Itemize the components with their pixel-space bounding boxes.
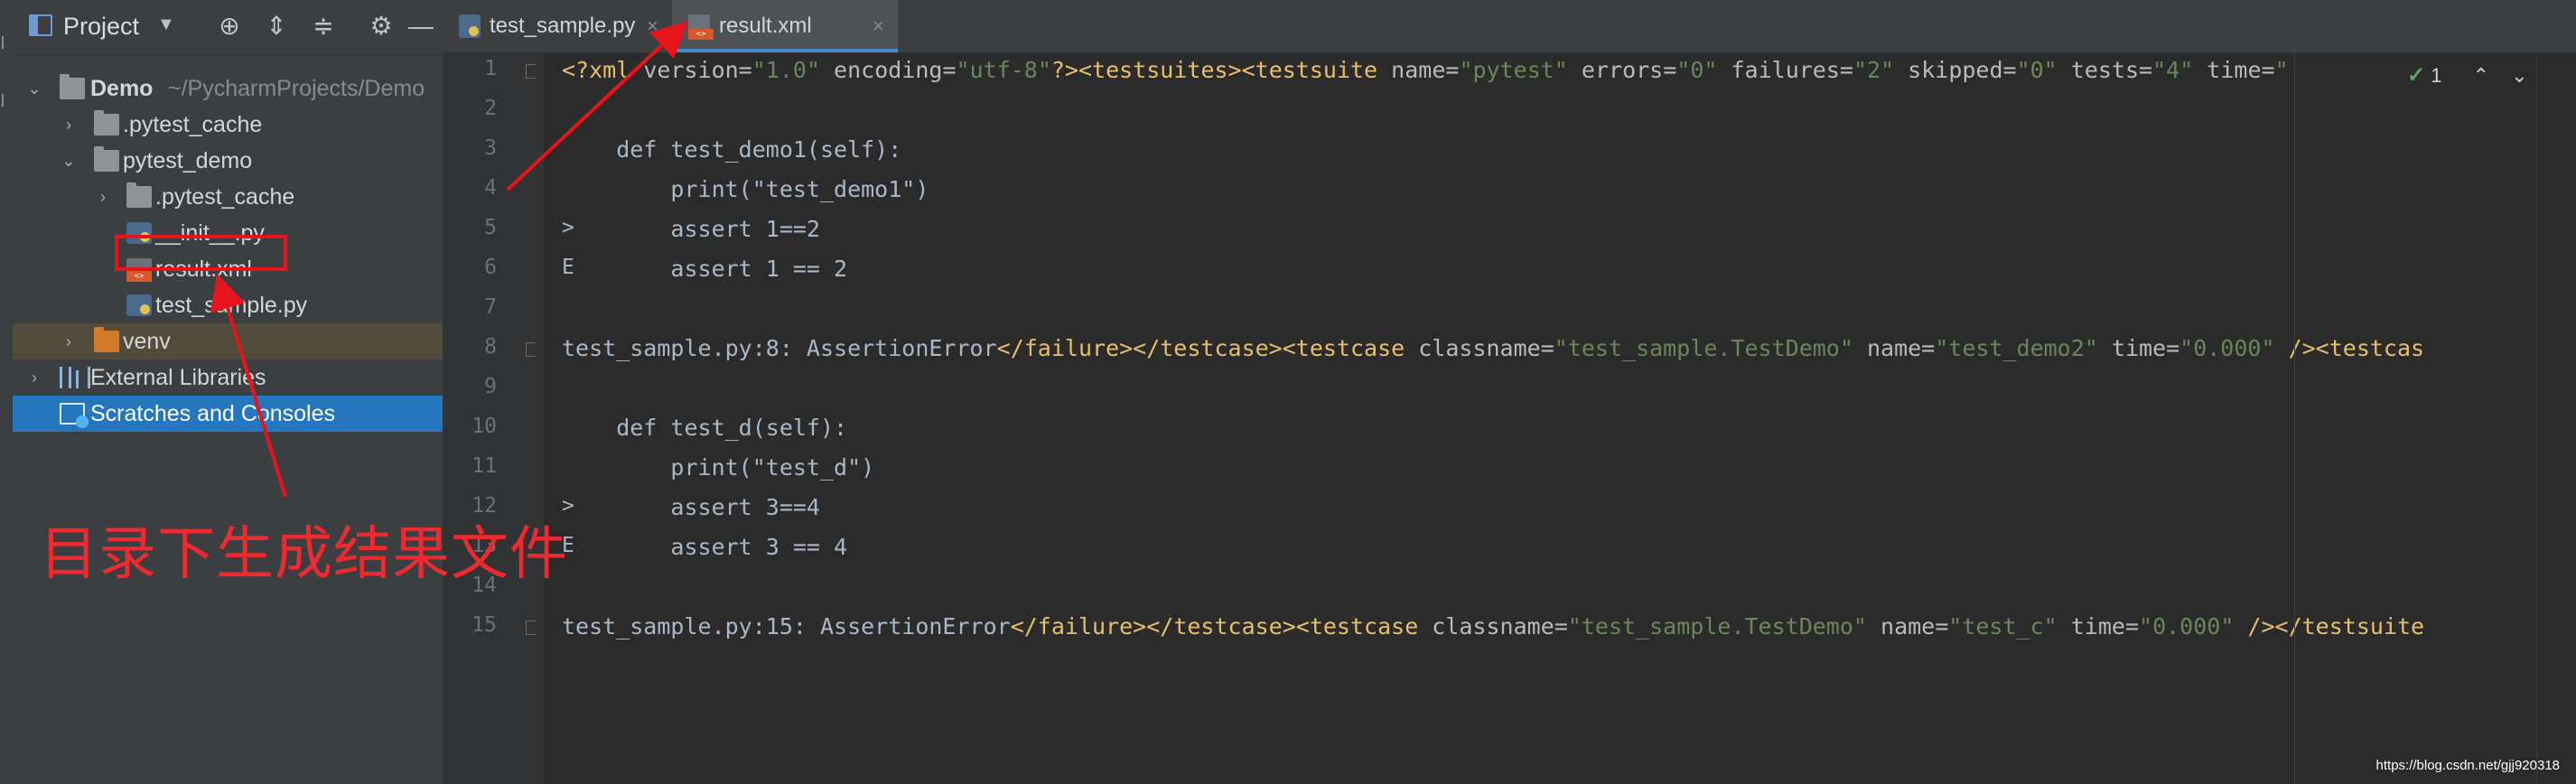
arrow-to-file <box>210 273 287 498</box>
annotation-arrows <box>210 21 688 498</box>
annotation-caption: 目录下生成结果文件 <box>40 521 568 588</box>
arrow-to-tab <box>506 21 688 191</box>
